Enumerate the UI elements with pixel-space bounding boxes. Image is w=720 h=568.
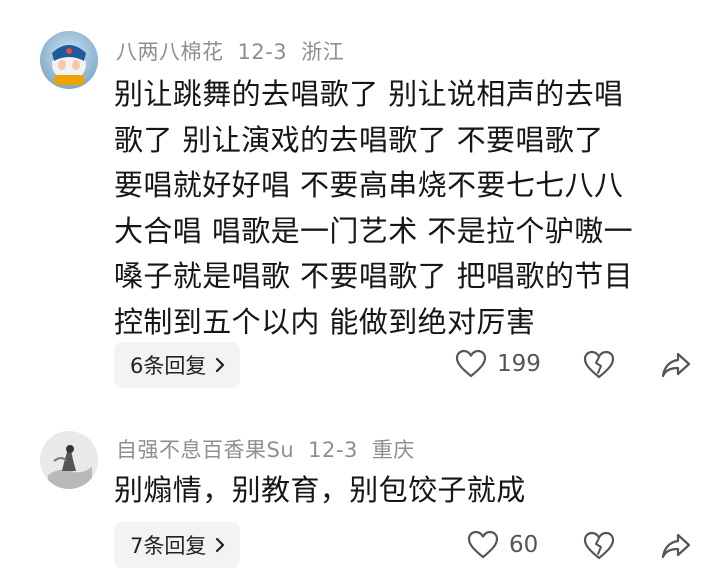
like-count: 60 [509, 532, 539, 558]
share-arrow-icon[interactable] [660, 530, 692, 562]
comment-meta: 自强不息百香果Su 12-3 重庆 [116, 434, 429, 464]
comment-line: 歌了 别让演戏的去唱歌了 不要唱歌了 [114, 122, 604, 157]
avatar-cartoon-icon [40, 31, 98, 89]
heart-broken-icon[interactable] [583, 349, 615, 381]
comment-line: 别让跳舞的去唱歌了 别让说相声的去唱 [114, 77, 624, 111]
view-replies-button[interactable]: 7条回复 [114, 522, 241, 568]
comment-text: 别煽情，别教育，别包饺子就成 [114, 468, 526, 514]
replies-label: 6条回复 [130, 354, 207, 378]
comment-item: 自强不息百香果Su 12-3 重庆 别煽情，别教育，别包饺子就成 7条回复 60 [0, 400, 720, 568]
comment-line: 别煽情，别教育，别包饺子就成 [114, 473, 526, 507]
replies-label: 7条回复 [130, 534, 207, 558]
comment-date: 12-3 [308, 438, 358, 462]
like-count: 199 [497, 351, 541, 377]
user-avatar[interactable] [40, 431, 98, 489]
comment-line: 大合唱 唱歌是一门艺术 不是拉个驴嗷一 [114, 213, 634, 248]
comment-line: 嗓子就是唱歌 不要唱歌了 把唱歌的节目 [114, 259, 634, 293]
share-arrow-icon[interactable] [660, 349, 692, 381]
chevron-right-icon [216, 357, 225, 373]
comment-line: 要唱就好好唱 不要高串烧不要七七八八 [114, 168, 624, 202]
heart-outline-icon [467, 530, 499, 559]
comment-date: 12-3 [237, 40, 288, 64]
view-replies-button[interactable]: 6条回复 [114, 342, 241, 388]
comment-line: 控制到五个以内 能做到绝对厉害 [114, 304, 536, 339]
comment-item: 八两八棉花 12-3 浙江 别让跳舞的去唱歌了 别让说相声的去唱 歌了 别让演戏的去… [0, 0, 720, 400]
heart-outline-icon [455, 349, 487, 378]
username[interactable]: 八两八棉花 [116, 40, 224, 64]
like-button[interactable]: 60 [467, 530, 538, 560]
comment-location: 重庆 [371, 438, 415, 462]
username[interactable]: 自强不息百香果Su [116, 438, 294, 462]
comment-meta: 八两八棉花 12-3 浙江 [116, 36, 358, 66]
chevron-right-icon [216, 537, 225, 553]
user-avatar[interactable] [40, 31, 98, 89]
heart-broken-icon[interactable] [583, 530, 615, 562]
like-button[interactable]: 199 [455, 349, 541, 379]
avatar-ink-painting-icon [40, 431, 98, 489]
comment-text: 别让跳舞的去唱歌了 别让说相声的去唱 歌了 别让演戏的去唱歌了 不要唱歌了 要唱… [114, 72, 633, 345]
comment-location: 浙江 [301, 40, 345, 64]
